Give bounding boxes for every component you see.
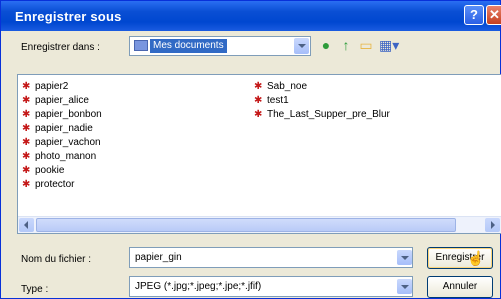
file-icon: ✱ bbox=[22, 151, 31, 162]
list-item[interactable]: ✱ pookie bbox=[22, 164, 64, 177]
file-name-label: Nom du fichier : bbox=[21, 254, 92, 265]
chevron-down-icon[interactable] bbox=[294, 38, 309, 54]
mouse-pointer-icon: ☝ bbox=[467, 250, 485, 266]
file-icon: ✱ bbox=[22, 165, 31, 176]
list-item[interactable]: ✱ protector bbox=[22, 178, 74, 191]
chevron-down-icon[interactable] bbox=[397, 250, 412, 265]
file-icon: ✱ bbox=[22, 81, 31, 92]
list-item[interactable]: ✱ papier_bonbon bbox=[22, 108, 102, 121]
scroll-left-arrow-icon[interactable] bbox=[19, 218, 34, 232]
list-item[interactable]: ✱ The_Last_Supper_pre_Blur bbox=[254, 108, 390, 121]
file-icon: ✱ bbox=[22, 137, 31, 148]
file-name-combobox[interactable]: papier_gin bbox=[129, 247, 413, 268]
list-item[interactable]: ✱ photo_manon bbox=[22, 150, 96, 163]
save-in-combobox[interactable]: Mes documents bbox=[129, 36, 311, 56]
help-button[interactable]: ? bbox=[464, 5, 484, 25]
list-item[interactable]: ✱ test1 bbox=[254, 94, 289, 107]
chevron-down-icon[interactable] bbox=[397, 279, 412, 294]
scrollbar-thumb[interactable] bbox=[36, 218, 456, 232]
up-folder-icon[interactable]: ↑ bbox=[337, 36, 355, 54]
close-button[interactable]: ✕ bbox=[486, 5, 501, 25]
file-name-value[interactable]: papier_gin bbox=[135, 252, 182, 263]
views-menu-icon[interactable]: ▦▾ bbox=[379, 36, 399, 54]
file-icon: ✱ bbox=[254, 95, 263, 106]
file-icon: ✱ bbox=[22, 109, 31, 120]
list-item[interactable]: ✱ papier_vachon bbox=[22, 136, 101, 149]
new-folder-icon[interactable]: ▭ bbox=[357, 36, 375, 54]
window-title: Enregistrer sous bbox=[15, 9, 122, 24]
file-icon: ✱ bbox=[22, 179, 31, 190]
file-list[interactable]: ✱ papier2 ✱ papier_alice ✱ papier_bonbon ✱ p… bbox=[17, 74, 501, 234]
file-icon: ✱ bbox=[254, 109, 263, 120]
file-icon: ✱ bbox=[254, 81, 263, 92]
cancel-button[interactable]: Annuler bbox=[427, 276, 493, 298]
list-item[interactable]: ✱ papier_nadie bbox=[22, 122, 93, 135]
back-arrow-icon[interactable]: ● bbox=[317, 36, 335, 54]
list-item[interactable]: ✱ papier_alice bbox=[22, 94, 89, 107]
file-icon: ✱ bbox=[22, 123, 31, 134]
file-type-combobox[interactable]: JPEG (*.jpg;*.jpeg;*.jpe;*.jfif) bbox=[129, 276, 413, 297]
file-type-value: JPEG (*.jpg;*.jpeg;*.jpe;*.jfif) bbox=[135, 281, 262, 292]
save-as-dialog: Enregistrer sous ? ✕ Enregistrer dans : … bbox=[0, 0, 501, 299]
title-bar[interactable]: Enregistrer sous ? ✕ bbox=[1, 1, 501, 31]
list-item[interactable]: ✱ papier2 bbox=[22, 80, 68, 93]
list-item[interactable]: ✱ Sab_noe bbox=[254, 80, 307, 93]
folder-icon bbox=[134, 40, 148, 51]
save-in-label: Enregistrer dans : bbox=[21, 42, 100, 53]
file-type-label: Type : bbox=[21, 284, 49, 295]
horizontal-scrollbar[interactable] bbox=[18, 216, 501, 233]
file-icon: ✱ bbox=[22, 95, 31, 106]
scroll-right-arrow-icon[interactable] bbox=[485, 218, 500, 232]
save-in-selected: Mes documents bbox=[150, 39, 227, 53]
